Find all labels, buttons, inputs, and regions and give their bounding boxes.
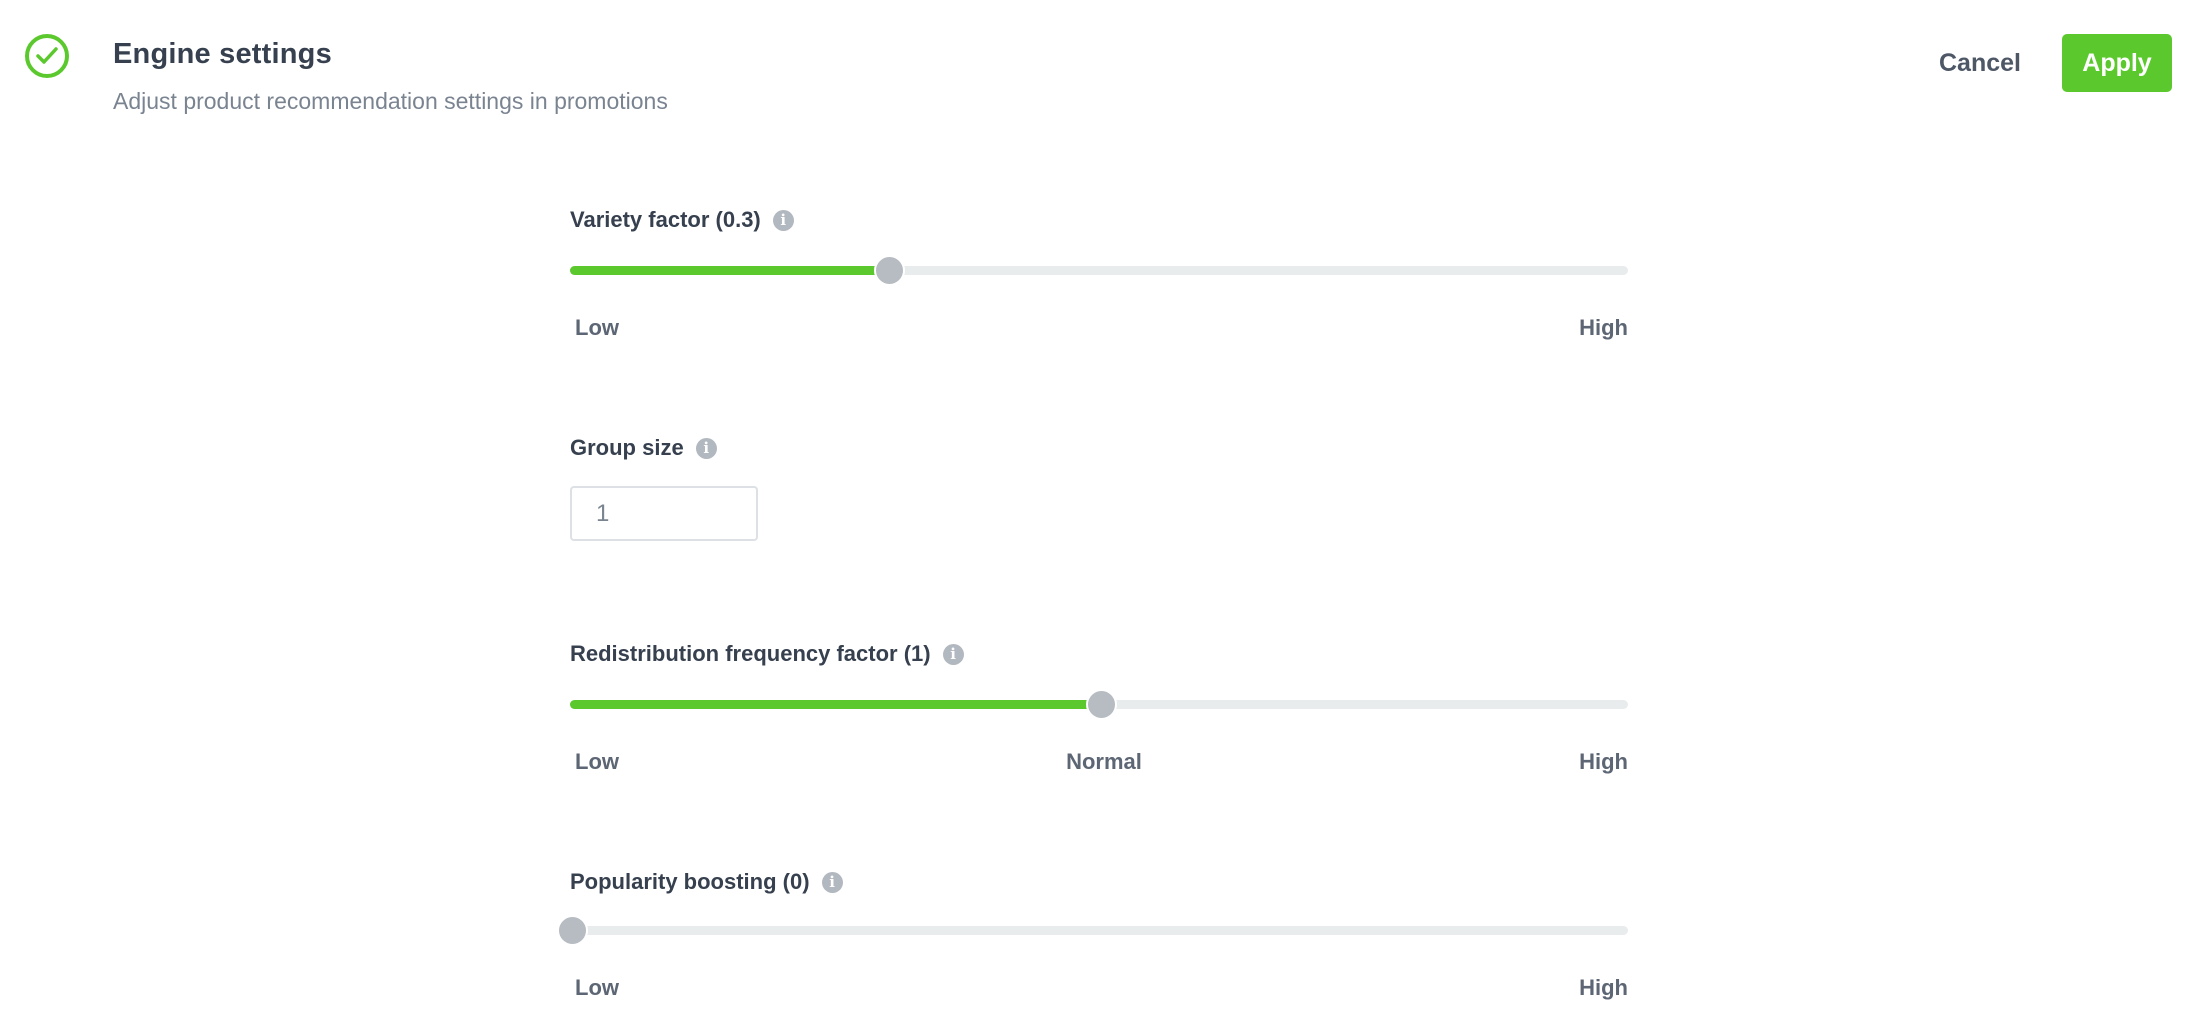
popularity-boosting-label-text: Popularity boosting (0)	[570, 869, 810, 894]
check-circle-icon	[24, 33, 70, 79]
popularity-high-label: High	[1579, 975, 1628, 1000]
slider-thumb[interactable]	[557, 915, 588, 946]
redistribution-normal-label: Normal	[1066, 749, 1142, 774]
slider-thumb[interactable]	[874, 255, 906, 286]
variety-low-label: Low	[575, 315, 619, 340]
redistribution-factor-label-text: Redistribution frequency factor (1)	[570, 641, 931, 666]
slider-fill	[570, 266, 888, 275]
popularity-boosting-slider[interactable]	[557, 915, 1628, 946]
info-icon[interactable]: i	[695, 437, 717, 459]
group-size-label: Group size i	[570, 434, 717, 462]
group-size-input[interactable]	[570, 486, 758, 541]
variety-high-label: High	[1579, 315, 1628, 340]
popularity-low-label: Low	[575, 975, 619, 1000]
redistribution-factor-label: Redistribution frequency factor (1) i	[570, 640, 964, 668]
cancel-button[interactable]: Cancel	[1925, 34, 2035, 92]
popularity-boosting-label: Popularity boosting (0) i	[570, 868, 843, 896]
group-size-label-text: Group size	[570, 435, 684, 460]
page-title: Engine settings	[113, 38, 332, 70]
apply-button[interactable]: Apply	[2062, 34, 2172, 92]
slider-thumb[interactable]	[1086, 689, 1117, 720]
variety-factor-slider[interactable]	[570, 255, 1628, 286]
info-icon[interactable]: i	[942, 643, 964, 665]
redistribution-factor-slider[interactable]	[570, 689, 1628, 720]
info-icon[interactable]: i	[821, 871, 843, 893]
slider-fill	[570, 700, 1099, 709]
slider-track[interactable]	[570, 926, 1628, 935]
info-icon[interactable]: i	[772, 209, 794, 231]
variety-factor-label: Variety factor (0.3) i	[570, 206, 794, 234]
redistribution-low-label: Low	[575, 749, 619, 774]
variety-factor-label-text: Variety factor (0.3)	[570, 207, 761, 232]
page-subtitle: Adjust product recommendation settings i…	[113, 88, 668, 114]
redistribution-high-label: High	[1579, 749, 1628, 774]
